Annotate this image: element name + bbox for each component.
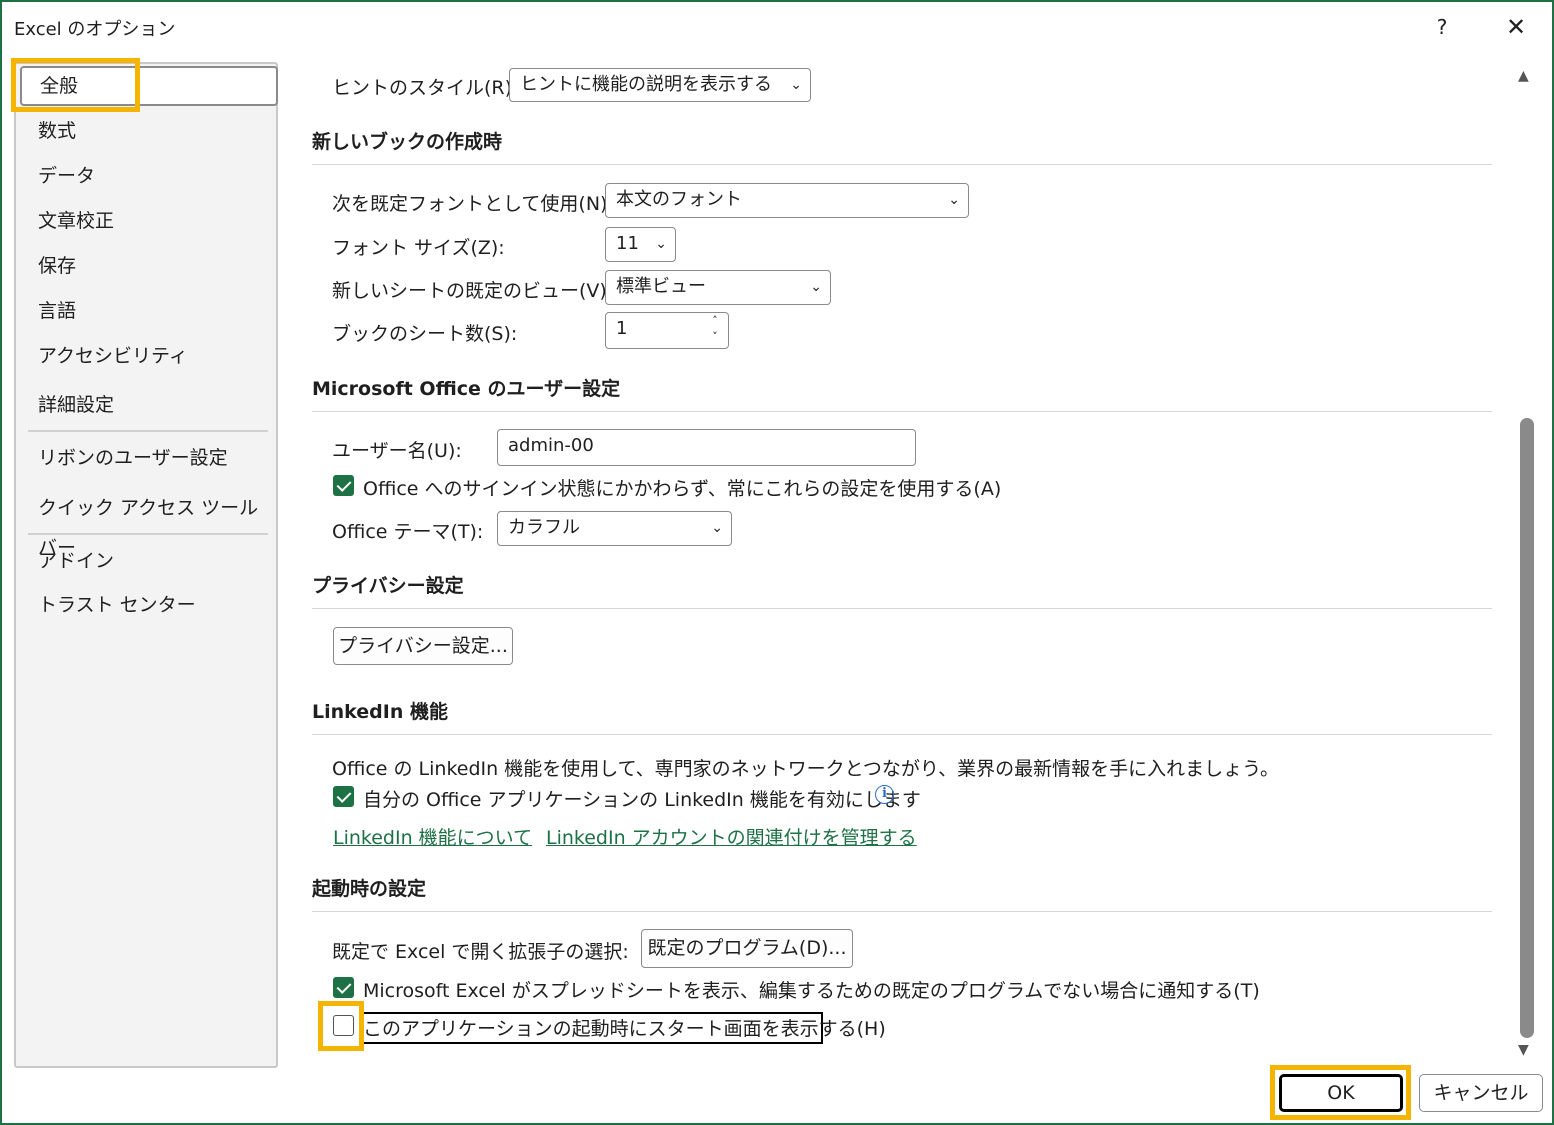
close-button[interactable]: ✕ — [1498, 10, 1534, 44]
default-font-select[interactable]: 本文のフォント ⌄ — [605, 183, 969, 218]
scrollbar-thumb[interactable] — [1520, 418, 1534, 1038]
default-extensions-label: 既定で Excel で開く拡張子の選択: — [332, 941, 629, 963]
cancel-button[interactable]: キャンセル — [1419, 1074, 1543, 1112]
sidebar-item-formulas[interactable]: 数式 — [16, 111, 276, 151]
chevron-down-icon: ⌄ — [810, 279, 822, 295]
sidebar-separator — [28, 533, 268, 535]
default-programs-button[interactable]: 既定のプログラム(D)... — [641, 929, 853, 968]
username-label: ユーザー名(U): — [332, 440, 462, 462]
section-title-privacy: プライバシー設定 — [312, 575, 464, 597]
default-view-label: 新しいシートの既定のビュー(V): — [332, 280, 614, 302]
title-bar: Excel のオプション ? ✕ — [2, 2, 1552, 52]
section-divider — [312, 164, 1492, 165]
sidebar-item-quick-access-toolbar[interactable]: クイック アクセス ツール バー — [16, 488, 276, 559]
office-theme-label: Office テーマ(T): — [332, 521, 484, 543]
sidebar-item-trust-center[interactable]: トラスト センター — [16, 585, 276, 625]
always-use-settings-checkbox[interactable] — [333, 475, 354, 496]
hint-style-select[interactable]: ヒントに機能の説明を表示する ⌄ — [509, 68, 811, 102]
notify-default-program-checkbox[interactable] — [333, 977, 354, 998]
office-theme-select[interactable]: カラフル ⌄ — [497, 511, 732, 546]
hint-style-label: ヒントのスタイル(R): — [332, 77, 519, 99]
section-title-user-settings: Microsoft Office のユーザー設定 — [312, 378, 621, 400]
default-view-select[interactable]: 標準ビュー ⌄ — [605, 270, 831, 305]
office-theme-value: カラフル — [508, 517, 580, 538]
scroll-up-icon[interactable]: ▲ — [1518, 68, 1529, 84]
sheet-count-label: ブックのシート数(S): — [332, 323, 518, 345]
section-divider — [312, 608, 1492, 609]
dialog-title: Excel のオプション — [14, 19, 176, 40]
spinner-arrows: ˄ ˅ — [708, 313, 722, 345]
linkedin-enable-checkbox[interactable] — [333, 786, 354, 807]
section-title-linkedin: LinkedIn 機能 — [312, 701, 448, 723]
sidebar-item-accessibility[interactable]: アクセシビリティ — [16, 336, 276, 376]
section-divider — [312, 911, 1492, 912]
sidebar-item-language[interactable]: 言語 — [16, 291, 276, 331]
linkedin-description: Office の LinkedIn 機能を使用して、専門家のネットワークとつなが… — [332, 758, 1280, 780]
show-start-screen-checkbox[interactable] — [333, 1015, 354, 1036]
category-sidebar: 全般 数式 データ 文章校正 保存 言語 アクセシビリティ 詳細設定 リボンのユ… — [14, 62, 278, 1068]
section-divider — [312, 411, 1492, 412]
scroll-down-icon[interactable]: ▼ — [1518, 1042, 1529, 1058]
section-title-startup: 起動時の設定 — [312, 878, 427, 900]
sidebar-item-save[interactable]: 保存 — [16, 246, 276, 286]
chevron-down-icon: ⌄ — [655, 236, 667, 252]
help-button[interactable]: ? — [1428, 10, 1456, 44]
default-view-value: 標準ビュー — [616, 276, 706, 297]
privacy-settings-button[interactable]: プライバシー設定... — [333, 627, 513, 665]
chevron-down-icon: ⌄ — [790, 77, 802, 93]
chevron-down-icon: ⌄ — [711, 520, 723, 536]
excel-options-dialog: Excel のオプション ? ✕ 全般 数式 データ 文章校正 保存 言語 アク… — [0, 0, 1554, 1125]
ok-button[interactable]: OK — [1279, 1074, 1403, 1112]
spin-down-icon[interactable]: ˅ — [708, 329, 722, 345]
font-size-value: 11 — [616, 233, 639, 254]
linkedin-manage-link[interactable]: LinkedIn アカウントの関連付けを管理する — [546, 823, 917, 850]
font-size-label: フォント サイズ(Z): — [332, 237, 505, 259]
sidebar-item-data[interactable]: データ — [16, 156, 276, 196]
sidebar-item-addins[interactable]: アドイン — [16, 541, 276, 581]
hint-style-value: ヒントに機能の説明を表示する — [520, 74, 772, 95]
show-start-screen-label: このアプリケーションの起動時にスタート画面を表示する(H) — [363, 1018, 886, 1040]
notify-default-program-label: Microsoft Excel がスプレッドシートを表示、編集するための既定のプ… — [363, 980, 1260, 1002]
default-font-value: 本文のフォント — [616, 189, 742, 210]
section-divider — [312, 734, 1492, 735]
sidebar-item-proofing[interactable]: 文章校正 — [16, 201, 276, 241]
chevron-down-icon: ⌄ — [948, 192, 960, 208]
username-input[interactable]: admin-00 — [497, 429, 916, 466]
sidebar-separator — [28, 430, 268, 432]
spin-up-icon[interactable]: ˄ — [708, 313, 722, 329]
linkedin-enable-label: 自分の Office アプリケーションの LinkedIn 機能を有効にします — [363, 789, 921, 811]
info-icon[interactable]: i — [875, 785, 894, 804]
sidebar-item-general[interactable]: 全般 — [20, 66, 278, 106]
default-font-label: 次を既定フォントとして使用(N): — [332, 193, 614, 215]
sidebar-item-advanced[interactable]: 詳細設定 — [16, 385, 276, 425]
sidebar-item-customize-ribbon[interactable]: リボンのユーザー設定 — [16, 438, 276, 478]
sheet-count-value: 1 — [616, 318, 628, 339]
sheet-count-spinner[interactable]: 1 ˄ ˅ — [605, 312, 729, 349]
font-size-select[interactable]: 11 ⌄ — [605, 227, 676, 262]
linkedin-about-link[interactable]: LinkedIn 機能について — [333, 823, 532, 850]
section-title-new-book: 新しいブックの作成時 — [312, 131, 503, 153]
always-use-settings-label: Office へのサインイン状態にかかわらず、常にこれらの設定を使用する(A) — [363, 478, 1002, 500]
